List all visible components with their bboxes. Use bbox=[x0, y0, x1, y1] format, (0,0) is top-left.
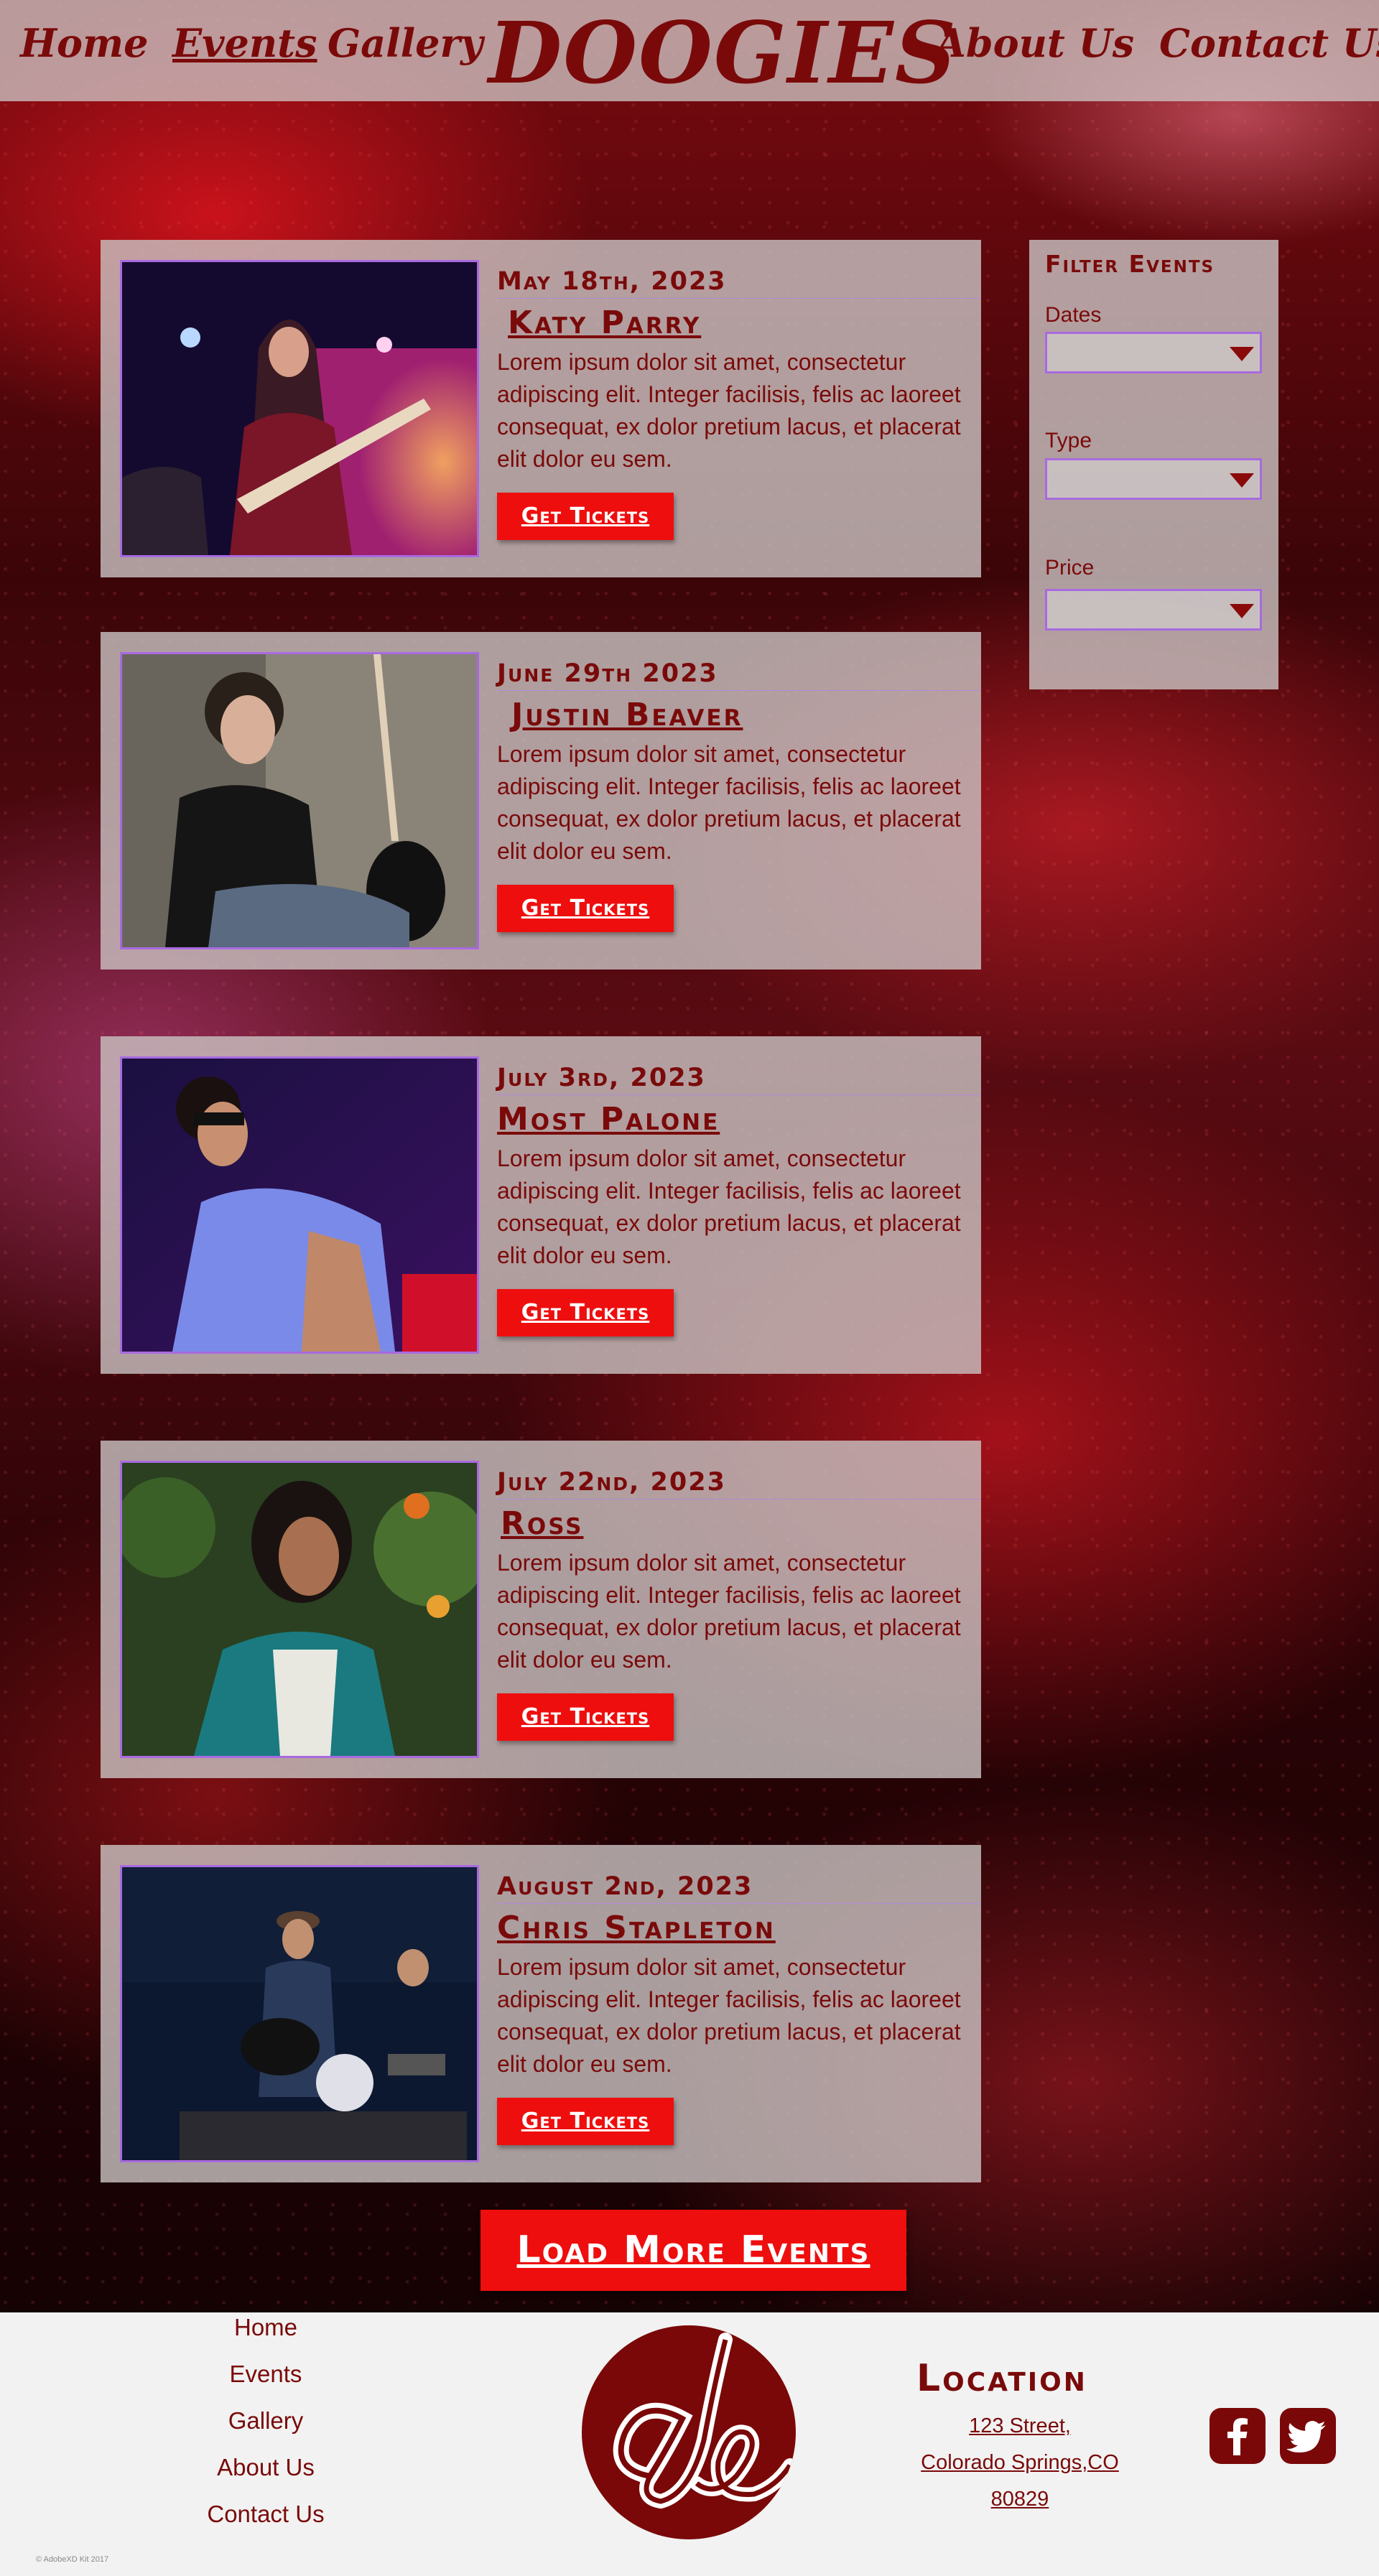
nav-contact[interactable]: Contact Us bbox=[1159, 20, 1379, 66]
event-artist-link[interactable]: Chris Stapleton bbox=[497, 1910, 776, 1946]
event-date: July 22nd, 2023 bbox=[497, 1468, 981, 1499]
event-photo bbox=[120, 1865, 479, 2162]
event-date: June 29th 2023 bbox=[497, 659, 981, 691]
load-more-button[interactable]: Load More Events bbox=[480, 2210, 906, 2291]
event-artist-link[interactable]: Katy Parry bbox=[508, 304, 701, 341]
top-nav: Home Events Gallery DOOGIES About Us Con… bbox=[0, 0, 1379, 103]
get-tickets-button[interactable]: Get Tickets bbox=[497, 885, 674, 932]
type-label: Type bbox=[1045, 429, 1092, 452]
dates-select[interactable] bbox=[1045, 332, 1262, 373]
footer: Home Events Gallery About Us Contact Us … bbox=[0, 2312, 1379, 2576]
price-label: Price bbox=[1045, 556, 1095, 580]
site-logo-text[interactable]: DOOGIES bbox=[488, 3, 957, 103]
nav-home[interactable]: Home bbox=[20, 20, 149, 66]
event-description: Lorem ipsum dolor sit amet, consectetur … bbox=[497, 1550, 961, 1673]
copyright-text: © AdobeXD Kit 2017 bbox=[36, 2555, 109, 2564]
event-date: August 2nd, 2023 bbox=[497, 1872, 981, 1904]
type-select[interactable] bbox=[1045, 458, 1262, 500]
facebook-icon[interactable] bbox=[1209, 2408, 1266, 2464]
get-tickets-button[interactable]: Get Tickets bbox=[497, 2098, 674, 2145]
chevron-down-icon bbox=[1230, 473, 1254, 488]
event-date: July 3rd, 2023 bbox=[497, 1064, 981, 1095]
nav-about[interactable]: About Us bbox=[936, 20, 1134, 66]
chevron-down-icon bbox=[1230, 347, 1254, 361]
event-artist-link[interactable]: Most Palone bbox=[497, 1101, 720, 1138]
footer-link-about[interactable]: About Us bbox=[122, 2454, 409, 2481]
footer-link-events[interactable]: Events bbox=[122, 2361, 409, 2388]
location-title: Location bbox=[916, 2357, 1087, 2400]
twitter-icon[interactable] bbox=[1280, 2408, 1336, 2464]
event-date: May 18th, 2023 bbox=[497, 267, 981, 299]
event-artist-link[interactable]: Ross bbox=[501, 1505, 584, 1542]
price-select[interactable] bbox=[1045, 589, 1262, 631]
chevron-down-icon bbox=[1230, 604, 1254, 618]
footer-link-gallery[interactable]: Gallery bbox=[122, 2407, 409, 2435]
event-card: July 3rd, 2023 Most Palone Lorem ipsum d… bbox=[101, 1036, 981, 1374]
event-card: June 29th 2023 Justin Beaver Lorem ipsum… bbox=[101, 632, 981, 970]
get-tickets-button[interactable]: Get Tickets bbox=[497, 1693, 674, 1741]
footer-link-home[interactable]: Home bbox=[122, 2314, 409, 2341]
get-tickets-button[interactable]: Get Tickets bbox=[497, 1289, 674, 1336]
event-artist-link[interactable]: Justin Beaver bbox=[511, 697, 743, 733]
footer-logo bbox=[582, 2325, 796, 2539]
event-photo bbox=[120, 1461, 479, 1758]
dates-label: Dates bbox=[1045, 303, 1102, 327]
event-description: Lorem ipsum dolor sit amet, consectetur … bbox=[497, 741, 961, 864]
event-card: July 22nd, 2023 Ross Lorem ipsum dolor s… bbox=[101, 1441, 981, 1778]
address-line-3[interactable]: 80829 bbox=[876, 2488, 1164, 2511]
event-card: May 18th, 2023 Katy Parry Lorem ipsum do… bbox=[101, 240, 981, 577]
event-photo bbox=[120, 1056, 479, 1354]
address-line-2[interactable]: Colorado Springs,CO bbox=[876, 2451, 1164, 2475]
event-photo bbox=[120, 652, 479, 949]
nav-gallery[interactable]: Gallery bbox=[328, 20, 483, 66]
event-card: August 2nd, 2023 Chris Stapleton Lorem i… bbox=[101, 1845, 981, 2182]
footer-link-contact[interactable]: Contact Us bbox=[122, 2501, 409, 2528]
event-description: Lorem ipsum dolor sit amet, consectetur … bbox=[497, 349, 961, 472]
nav-events[interactable]: Events bbox=[172, 20, 317, 66]
event-photo bbox=[120, 260, 479, 557]
get-tickets-button[interactable]: Get Tickets bbox=[497, 493, 674, 540]
filter-title: Filter Events bbox=[1045, 250, 1215, 278]
event-description: Lorem ipsum dolor sit amet, consectetur … bbox=[497, 1954, 961, 2077]
filter-panel: Filter Events Dates Type Price bbox=[1029, 240, 1278, 689]
event-description: Lorem ipsum dolor sit amet, consectetur … bbox=[497, 1145, 961, 1268]
address-line-1[interactable]: 123 Street, bbox=[876, 2414, 1164, 2438]
